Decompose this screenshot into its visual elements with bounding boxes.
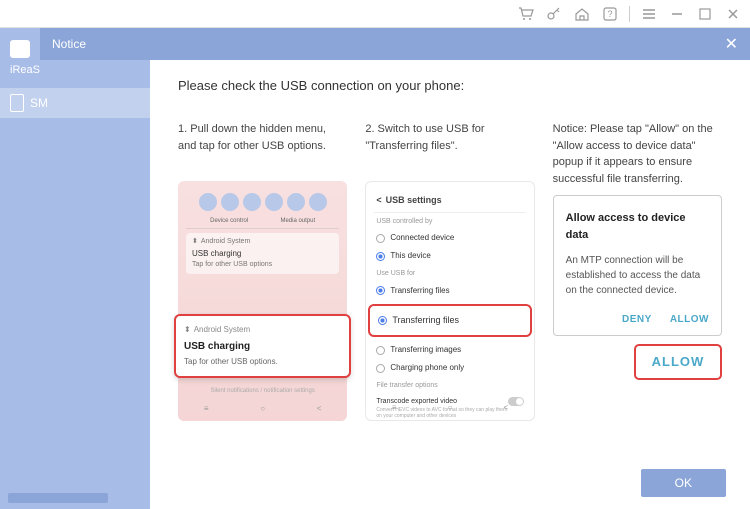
cart-icon[interactable] — [517, 5, 535, 23]
radio-on-icon — [376, 286, 385, 295]
qs-bt-icon — [243, 193, 261, 211]
step-1-mock: Device control Media output ⬍Android Sys… — [178, 181, 347, 421]
qs-wifi-icon — [199, 193, 217, 211]
qs-sound-icon — [221, 193, 239, 211]
home-icon[interactable] — [573, 5, 591, 23]
step-1-text: 1. Pull down the hidden menu, and tap fo… — [178, 121, 347, 173]
dialog-body: An MTP connection will be established to… — [566, 253, 709, 298]
nav-bar: ≡○< — [366, 402, 533, 414]
key-icon[interactable] — [545, 5, 563, 23]
step-2-mock: <USB settings USB controlled by Connecte… — [365, 181, 534, 421]
android-icon: ⬍ — [184, 324, 191, 336]
radio-icon — [376, 346, 385, 355]
close-icon[interactable] — [724, 5, 742, 23]
qs-label: Device control — [210, 217, 248, 226]
allow-highlight: ALLOW — [634, 344, 722, 380]
notif-title: USB charging — [184, 339, 341, 354]
transfer-highlight: Transferring files — [368, 304, 531, 338]
sidebar-footer — [8, 493, 108, 503]
ok-button[interactable]: OK — [641, 469, 726, 497]
radio-icon — [376, 364, 385, 373]
radio-on-icon — [378, 316, 387, 325]
svg-text:?: ? — [607, 9, 612, 19]
dialog-title: Allow access to device data — [566, 210, 709, 243]
nav-bar: ≡○< — [178, 403, 347, 415]
radio-on-icon — [376, 252, 385, 261]
notice-bar: Notice ✕ — [40, 28, 750, 60]
step-3-text: Notice: Please tap "Allow" on the "Allow… — [553, 121, 722, 187]
usb-notification: ⬍Android System USB charging Tap for oth… — [174, 314, 351, 378]
divider — [629, 6, 630, 22]
menu-icon[interactable] — [640, 5, 658, 23]
notif-sub: Tap for other USB options. — [184, 356, 341, 368]
sidebar: iReaS SM — [0, 28, 150, 509]
deny-button: DENY — [622, 312, 652, 327]
logo-icon — [10, 40, 30, 58]
step-2-text: 2. Switch to use USB for "Transferring f… — [365, 121, 534, 173]
step-1: 1. Pull down the hidden menu, and tap fo… — [178, 121, 347, 421]
step-2: 2. Switch to use USB for "Transferring f… — [365, 121, 534, 421]
brand-text: iReaS — [0, 62, 150, 78]
notice-close-icon[interactable]: ✕ — [725, 34, 738, 54]
main-panel: Notice ✕ Please check the USB connection… — [150, 28, 750, 509]
heading: Please check the USB connection on your … — [178, 78, 722, 93]
radio-icon — [376, 234, 385, 243]
titlebar: ? — [0, 0, 750, 28]
minimize-icon[interactable] — [668, 5, 686, 23]
qs-torch-icon — [309, 193, 327, 211]
qs-label: Media output — [280, 217, 315, 226]
qs-rotate-icon — [265, 193, 283, 211]
allow-dialog: Allow access to device data An MTP conne… — [553, 195, 722, 336]
maximize-icon[interactable] — [696, 5, 714, 23]
back-icon: < — [376, 194, 381, 208]
help-icon[interactable]: ? — [601, 5, 619, 23]
sidebar-item-sms[interactable]: SM — [0, 88, 150, 118]
device-icon — [10, 94, 24, 112]
qs-air-icon — [287, 193, 305, 211]
notice-title: Notice — [52, 37, 86, 51]
sidebar-item-label: SM — [30, 96, 48, 110]
step-3: Notice: Please tap "Allow" on the "Allow… — [553, 121, 722, 421]
allow-button: ALLOW — [670, 312, 709, 327]
